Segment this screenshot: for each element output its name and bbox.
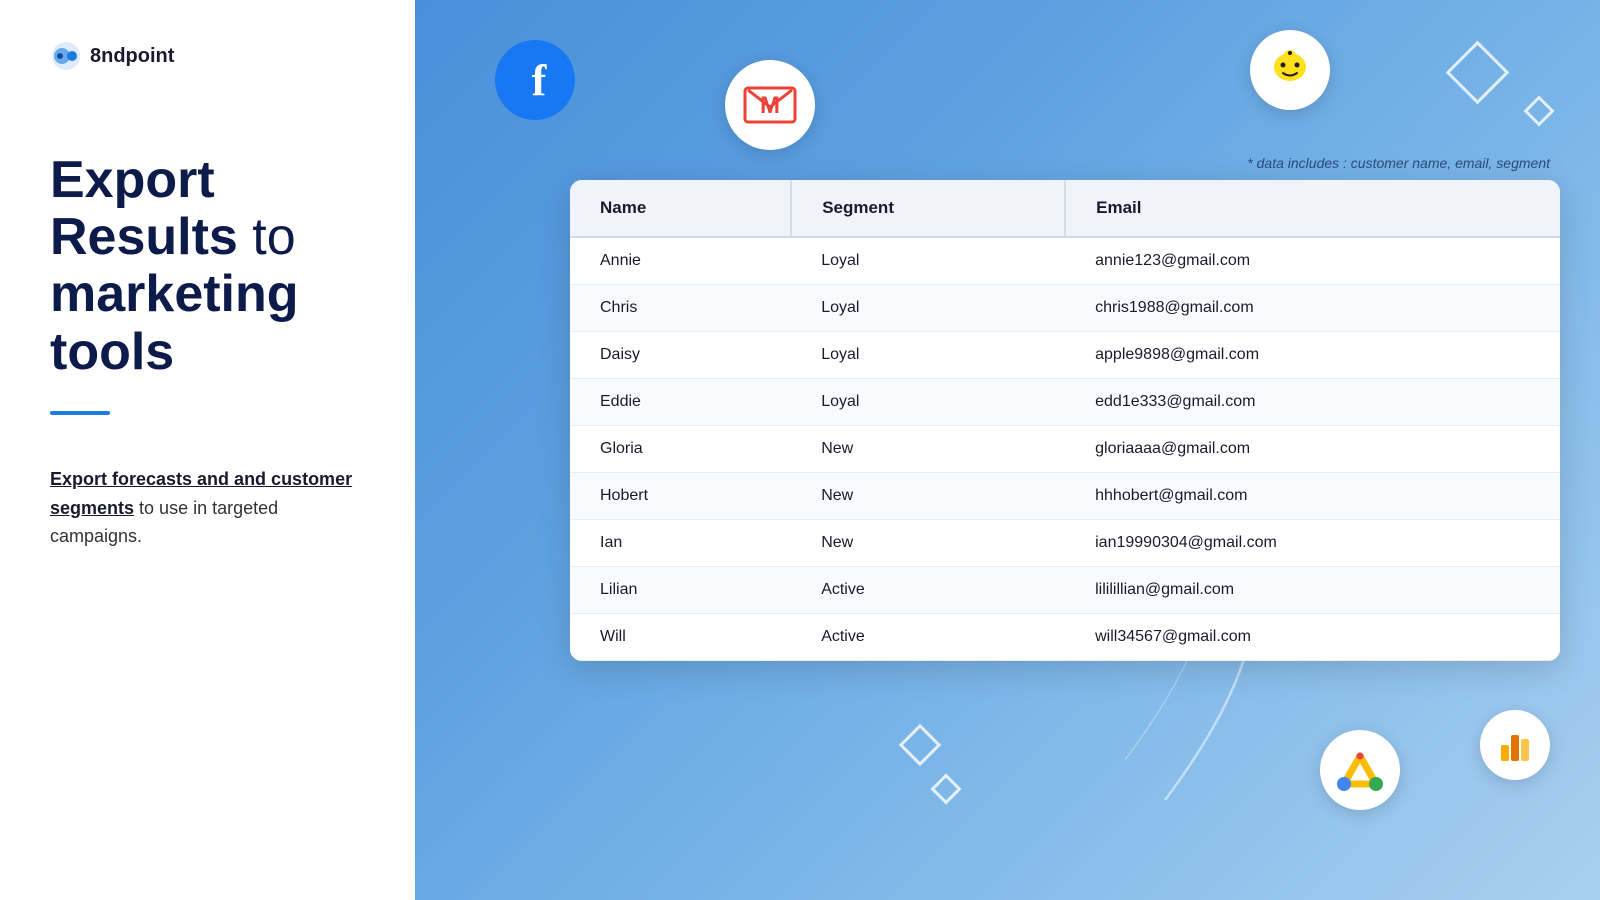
table-row: LilianActivelililillian@gmail.com (570, 567, 1560, 614)
table-cell-email: ian19990304@gmail.com (1065, 520, 1560, 567)
right-panel: f M * data includes : customer name, ema… (415, 0, 1600, 900)
heading-tools: marketing tools (50, 265, 299, 380)
col-name: Name (570, 180, 791, 237)
col-segment: Segment (791, 180, 1065, 237)
table-cell-segment: Loyal (791, 285, 1065, 332)
table-cell-segment: Active (791, 567, 1065, 614)
table-cell-segment: Active (791, 614, 1065, 661)
logo-area: 8ndpoint (50, 40, 365, 72)
description: Export forecasts and and customer segmen… (50, 465, 365, 551)
table-cell-segment: New (791, 520, 1065, 567)
table-row: GloriaNewgloriaaaa@gmail.com (570, 426, 1560, 473)
divider-line (50, 411, 110, 415)
table-cell-segment: New (791, 473, 1065, 520)
gmail-icon: M (725, 60, 815, 150)
table-cell-name: Lilian (570, 567, 791, 614)
mailchimp-icon (1250, 30, 1330, 110)
data-table: Name Segment Email AnnieLoyalannie123@gm… (570, 180, 1560, 661)
diamond-top-right-lg (1446, 41, 1510, 105)
data-table-container: Name Segment Email AnnieLoyalannie123@gm… (570, 180, 1560, 661)
google-ads-icon (1320, 730, 1400, 810)
data-note: * data includes : customer name, email, … (1247, 155, 1550, 171)
table-cell-name: Ian (570, 520, 791, 567)
table-cell-email: chris1988@gmail.com (1065, 285, 1560, 332)
table-row: DaisyLoyalapple9898@gmail.com (570, 332, 1560, 379)
table-cell-name: Annie (570, 237, 791, 285)
analytics-icon (1480, 710, 1550, 780)
table-cell-name: Eddie (570, 379, 791, 426)
table-cell-email: will34567@gmail.com (1065, 614, 1560, 661)
facebook-icon: f (495, 40, 575, 120)
table-row: HobertNewhhhobert@gmail.com (570, 473, 1560, 520)
col-email: Email (1065, 180, 1560, 237)
table-cell-email: apple9898@gmail.com (1065, 332, 1560, 379)
table-cell-segment: Loyal (791, 237, 1065, 285)
table-body: AnnieLoyalannie123@gmail.comChrisLoyalch… (570, 237, 1560, 661)
table-row: IanNewian19990304@gmail.com (570, 520, 1560, 567)
table-cell-name: Chris (570, 285, 791, 332)
table-row: WillActivewill34567@gmail.com (570, 614, 1560, 661)
table-cell-email: lililillian@gmail.com (1065, 567, 1560, 614)
heading-results: Results (50, 208, 238, 266)
diamond-bottom-center (899, 724, 941, 766)
logo-icon (50, 40, 82, 72)
main-heading: Export Results to marketing tools (50, 152, 365, 381)
table-row: ChrisLoyalchris1988@gmail.com (570, 285, 1560, 332)
table-header-row: Name Segment Email (570, 180, 1560, 237)
logo-text: 8ndpoint (90, 45, 174, 68)
table-cell-segment: New (791, 426, 1065, 473)
table-cell-name: Will (570, 614, 791, 661)
table-cell-name: Hobert (570, 473, 791, 520)
table-cell-name: Gloria (570, 426, 791, 473)
table-cell-email: hhhobert@gmail.com (1065, 473, 1560, 520)
left-panel: 8ndpoint Export Results to marketing too… (0, 0, 415, 900)
table-cell-email: edd1e333@gmail.com (1065, 379, 1560, 426)
table-cell-segment: Loyal (791, 332, 1065, 379)
svg-text:M: M (760, 92, 780, 119)
table-row: AnnieLoyalannie123@gmail.com (570, 237, 1560, 285)
table-cell-email: annie123@gmail.com (1065, 237, 1560, 285)
diamond-top-right-sm (1523, 95, 1554, 126)
heading-to: to (252, 208, 295, 266)
table-cell-segment: Loyal (791, 379, 1065, 426)
table-cell-name: Daisy (570, 332, 791, 379)
heading-export: Export (50, 151, 215, 209)
diamond-bottom-center-sm (930, 773, 961, 804)
table-cell-email: gloriaaaa@gmail.com (1065, 426, 1560, 473)
table-row: EddieLoyaledd1e333@gmail.com (570, 379, 1560, 426)
